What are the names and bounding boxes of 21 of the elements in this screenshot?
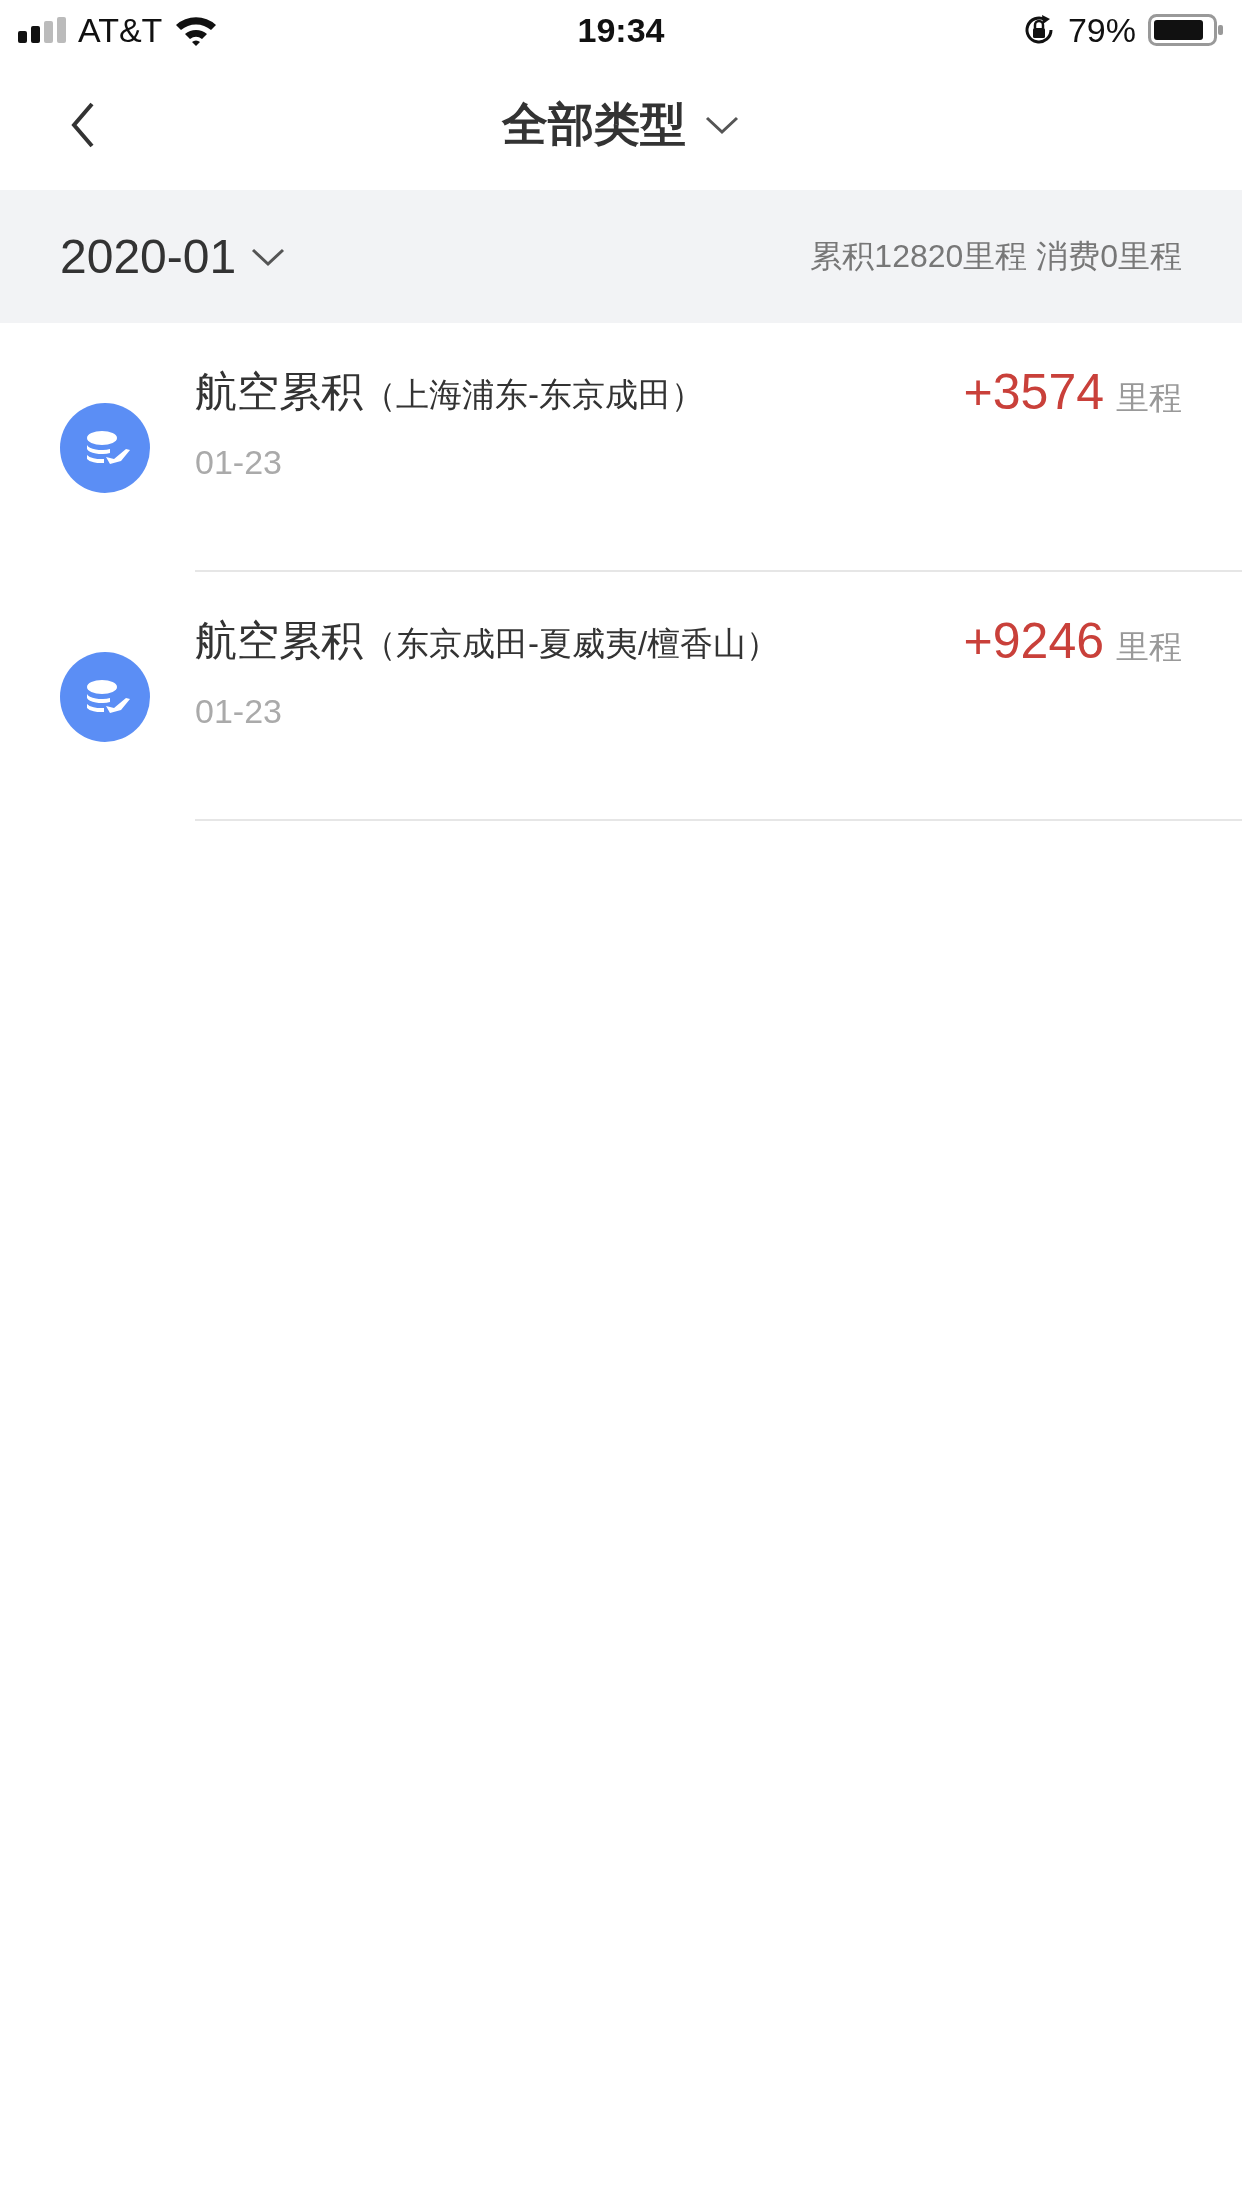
month-picker[interactable]: 2020-01	[60, 229, 287, 284]
mileage-amount: +9246	[963, 612, 1104, 670]
mileage-unit: 里程	[1116, 378, 1182, 418]
battery-icon	[1148, 14, 1224, 46]
record-title: 航空累积	[195, 367, 363, 417]
record-date: 01-23	[195, 692, 283, 731]
back-button[interactable]	[70, 101, 96, 149]
battery-percent: 79%	[1067, 10, 1136, 50]
record-route: （上海浦东-东京成田）	[363, 375, 704, 415]
signal-icon	[18, 17, 66, 43]
mileage-summary: 累积12820里程 消费0里程	[810, 236, 1182, 276]
carrier-label: AT&T	[78, 10, 163, 50]
mileage-unit: 里程	[1116, 627, 1182, 667]
record-date: 01-23	[195, 443, 283, 482]
status-time: 19:34	[577, 10, 665, 50]
mileage-amount: +3574	[963, 363, 1104, 421]
type-filter-dropdown[interactable]: 全部类型	[502, 94, 740, 156]
record-route: （东京成田-夏威夷/檀香山）	[363, 624, 780, 664]
wifi-icon	[174, 14, 219, 46]
chevron-down-icon	[704, 114, 740, 136]
record-title: 航空累积	[195, 616, 363, 666]
